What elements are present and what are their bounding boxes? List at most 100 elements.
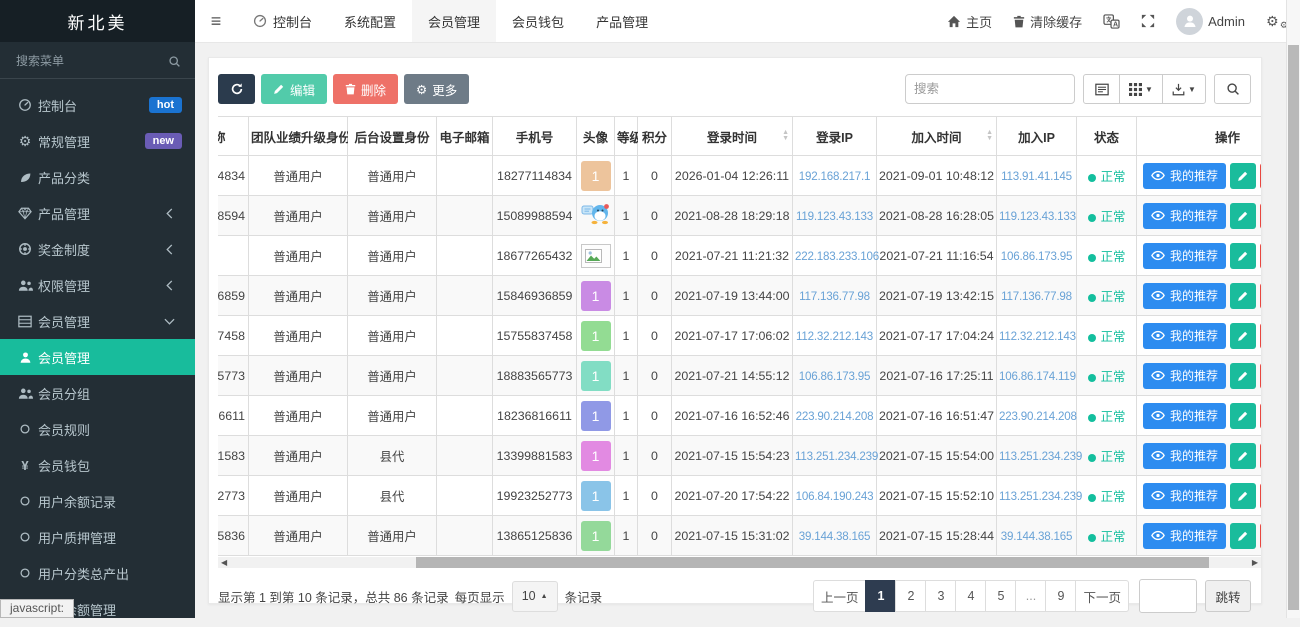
page-button-9[interactable]: 9 (1045, 580, 1076, 612)
join-ip-link[interactable]: 39.144.38.165 (1001, 530, 1073, 543)
member-row[interactable]: 8594普通用户普通用户15089988594102021-08-28 18:2… (218, 196, 1261, 236)
my-referrals-button[interactable]: 我的推荐 (1143, 163, 1226, 189)
delete-row-button[interactable] (1260, 363, 1261, 389)
edit-row-button[interactable] (1230, 203, 1256, 229)
edit-row-button[interactable] (1230, 163, 1256, 189)
page-jump-input[interactable] (1139, 579, 1197, 613)
member-row[interactable]: 1583普通用户县代133998815831102021-07-15 15:54… (218, 436, 1261, 476)
my-referrals-button[interactable]: 我的推荐 (1143, 443, 1226, 469)
join-ip-link[interactable]: 117.136.77.98 (1001, 290, 1072, 303)
join-ip-link[interactable]: 106.86.173.95 (1001, 250, 1073, 263)
delete-row-button[interactable] (1260, 523, 1261, 549)
edit-row-button[interactable] (1230, 363, 1256, 389)
delete-row-button[interactable] (1260, 203, 1261, 229)
login-ip-link[interactable]: 113.251.234.239 (795, 450, 878, 463)
member-row[interactable]: 6611普通用户普通用户182368166111102021-07-16 16:… (218, 396, 1261, 436)
page-button-1[interactable]: 1 (865, 580, 896, 612)
join-ip-link[interactable]: 223.90.214.208 (999, 410, 1077, 423)
next-page-button[interactable]: 下一页 (1075, 580, 1129, 612)
my-referrals-button[interactable]: 我的推荐 (1143, 323, 1226, 349)
scroll-left-icon[interactable]: ◀ (221, 558, 227, 567)
page-button-4[interactable]: 4 (955, 580, 986, 612)
sidebar-item-user-category-output[interactable]: 用户分类总产出 (0, 555, 195, 591)
login-ip-link[interactable]: 106.84.190.243 (796, 490, 874, 503)
member-row[interactable]: 5773普通用户普通用户188835657731102021-07-21 14:… (218, 356, 1261, 396)
my-referrals-button[interactable]: 我的推荐 (1143, 403, 1226, 429)
my-referrals-button[interactable]: 我的推荐 (1143, 243, 1226, 269)
edit-row-button[interactable] (1230, 483, 1256, 509)
sidebar-item-general-management[interactable]: ⚙常规管理new (0, 123, 195, 159)
login-ip-link[interactable]: 223.90.214.208 (796, 410, 874, 423)
nav-tab-member-wallet[interactable]: 会员钱包 (496, 0, 580, 42)
member-row[interactable]: 普通用户普通用户18677265432102021-07-21 11:21:32… (218, 236, 1261, 276)
nav-tab-system-config[interactable]: 系统配置 (328, 0, 412, 42)
sidebar-item-dashboard[interactable]: 控制台hot (0, 87, 195, 123)
sidebar-item-member-rules[interactable]: 会员规则 (0, 411, 195, 447)
sidebar-item-user-balance-records[interactable]: 用户余额记录 (0, 483, 195, 519)
delete-row-button[interactable] (1260, 483, 1261, 509)
per-page-select[interactable]: 10 ▲ (512, 581, 558, 612)
edit-row-button[interactable] (1230, 523, 1256, 549)
login-ip-link[interactable]: 119.123.43.133 (796, 210, 873, 223)
language-icon[interactable]: A (1103, 14, 1120, 29)
sidebar-item-user-pledge-management[interactable]: 用户质押管理 (0, 519, 195, 555)
refresh-button[interactable] (218, 74, 255, 104)
my-referrals-button[interactable]: 我的推荐 (1143, 283, 1226, 309)
delete-row-button[interactable] (1260, 283, 1261, 309)
sort-icon[interactable]: ▲▼ (782, 130, 789, 142)
sidebar-item-product-category[interactable]: 产品分类 (0, 159, 195, 195)
settings-gears-icon[interactable]: ⚙⚙ (1266, 13, 1286, 30)
edit-row-button[interactable] (1230, 443, 1256, 469)
delete-row-button[interactable] (1260, 403, 1261, 429)
login-ip-link[interactable]: 112.32.212.143 (796, 330, 873, 343)
member-row[interactable]: 5836普通用户普通用户138651258361102021-07-15 15:… (218, 516, 1261, 556)
delete-row-button[interactable] (1260, 323, 1261, 349)
table-search-input[interactable] (905, 74, 1075, 104)
delete-button[interactable]: 删除 (333, 74, 398, 104)
edit-row-button[interactable] (1230, 243, 1256, 269)
login-ip-link[interactable]: 192.168.217.1 (799, 170, 871, 183)
nav-tab-console[interactable]: 控制台 (237, 0, 328, 42)
join-ip-link[interactable]: 106.86.174.119 (999, 370, 1076, 383)
sidebar-item-permission-management[interactable]: 权限管理 (0, 267, 195, 303)
search-button[interactable] (1214, 74, 1251, 104)
nav-tab-product-management[interactable]: 产品管理 (580, 0, 664, 42)
column-header-login-time[interactable]: 登录时间▲▼ (672, 117, 793, 156)
export-dropdown-button[interactable]: ▼ (1162, 74, 1206, 104)
sidebar-item-member-management[interactable]: 会员管理 (0, 339, 195, 375)
prev-page-button[interactable]: 上一页 (813, 580, 867, 612)
fullscreen-icon[interactable] (1141, 14, 1155, 28)
page-scrollbar-thumb[interactable] (1288, 45, 1299, 610)
edit-row-button[interactable] (1230, 403, 1256, 429)
edit-button[interactable]: 编辑 (261, 74, 327, 104)
nav-tab-member-management[interactable]: 会员管理 (412, 0, 496, 42)
my-referrals-button[interactable]: 我的推荐 (1143, 483, 1226, 509)
scroll-right-icon[interactable]: ▶ (1252, 558, 1258, 567)
hamburger-menu-icon[interactable]: ≡ (195, 0, 237, 42)
home-link[interactable]: 主页 (947, 12, 992, 31)
sidebar-item-member-wallet[interactable]: ¥会员钱包 (0, 447, 195, 483)
user-menu[interactable]: Admin (1176, 8, 1245, 35)
sidebar-search-input[interactable] (14, 53, 168, 69)
page-jump-button[interactable]: 跳转 (1205, 580, 1251, 612)
delete-row-button[interactable] (1260, 243, 1261, 269)
sidebar-item-product-management[interactable]: 产品管理 (0, 195, 195, 231)
login-ip-link[interactable]: 106.86.173.95 (799, 370, 871, 383)
page-scrollbar[interactable] (1286, 0, 1300, 618)
horizontal-scrollbar-thumb[interactable] (416, 557, 1209, 568)
page-button-2[interactable]: 2 (895, 580, 926, 612)
login-ip-link[interactable]: 222.183.233.106 (795, 250, 879, 263)
my-referrals-button[interactable]: 我的推荐 (1143, 203, 1226, 229)
member-row[interactable]: 4834普通用户普通用户182771148341102026-01-04 12:… (218, 156, 1261, 196)
sidebar-item-bonus-system[interactable]: 奖金制度 (0, 231, 195, 267)
sidebar-item-member-management-group[interactable]: 会员管理 (0, 303, 195, 339)
sort-icon[interactable]: ▲▼ (986, 130, 993, 142)
page-button-3[interactable]: 3 (925, 580, 956, 612)
join-ip-link[interactable]: 113.91.41.145 (1001, 170, 1072, 183)
table-scroll-area[interactable]: 称 团队业绩升级身份 后台设置身份 电子邮箱 手机号 头像 等级 积分 登录时间… (218, 116, 1261, 556)
join-ip-link[interactable]: 119.123.43.133 (999, 210, 1076, 223)
member-row[interactable]: 6859普通用户普通用户158469368591102021-07-19 13:… (218, 276, 1261, 316)
page-button-5[interactable]: 5 (985, 580, 1016, 612)
column-header-join-time[interactable]: 加入时间▲▼ (877, 117, 997, 156)
columns-dropdown-button[interactable]: ▼ (1119, 74, 1163, 104)
